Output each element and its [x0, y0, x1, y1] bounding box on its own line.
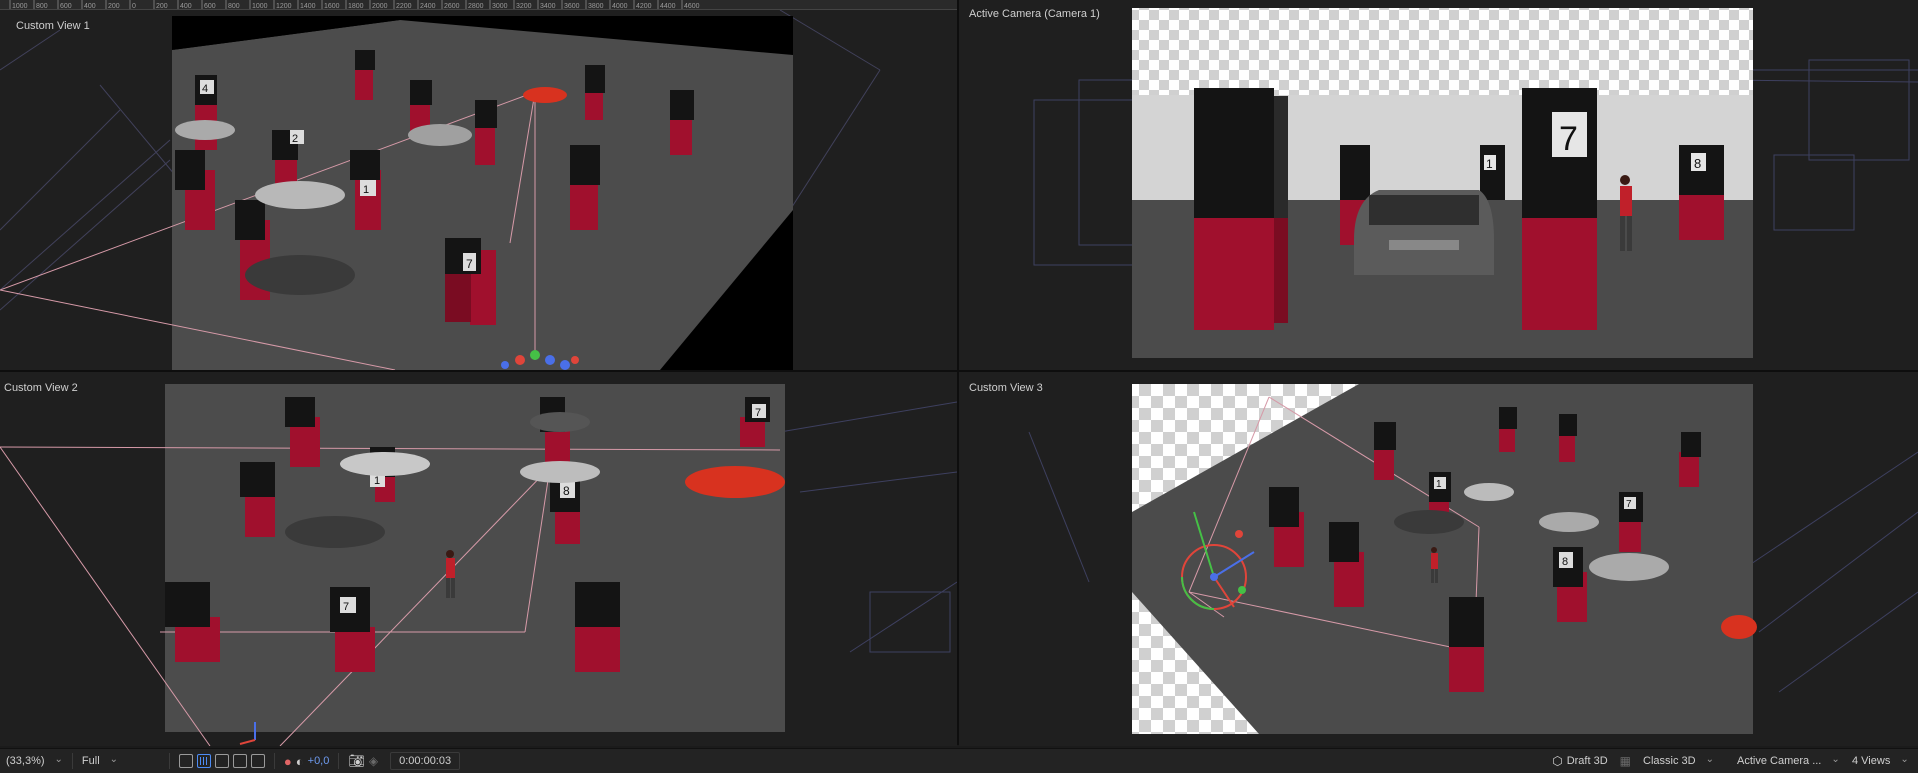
viewport-custom-view-3[interactable]: Custom View 3 8 7 1	[959, 372, 1918, 746]
grid-layout-icon: ▦	[1619, 754, 1631, 768]
svg-text:7: 7	[1626, 499, 1632, 510]
ruler-tick-label: 200	[156, 3, 168, 10]
svg-text:8: 8	[1562, 556, 1568, 568]
ruler-tick-label: 1000	[252, 3, 268, 10]
toolbar-divider	[168, 753, 170, 769]
magnification-dropdown[interactable]: (33,3%)	[0, 749, 69, 773]
ruler-tick-label: 2600	[444, 3, 460, 10]
svg-text:2: 2	[292, 133, 298, 145]
ruler-tick-label: 4400	[660, 3, 676, 10]
scene-render-custom-view-3: 8 7 1	[1028, 384, 1918, 734]
viewport-custom-view-1[interactable]: Custom View 1 7 1 2 4	[0, 10, 957, 370]
svg-text:1: 1	[363, 184, 369, 196]
viewer-toolbar: (33,3%) Full ● ◐ +0,0 📷︎ ◈ 0:00:00:03 ⬡ …	[0, 748, 1918, 773]
svg-text:7: 7	[343, 601, 349, 613]
ruler-tick-label: 3800	[588, 3, 604, 10]
ruler-tick-label: 3400	[540, 3, 556, 10]
ruler-tick-label: 2400	[420, 3, 436, 10]
viewport-label: Active Camera (Camera 1)	[969, 8, 1100, 20]
ruler-tick-label: 1800	[348, 3, 364, 10]
color-group: ● ◐ +0,0	[278, 749, 335, 773]
renderer-mode-value: Classic 3D	[1643, 755, 1696, 767]
draft-3d-label: Draft 3D	[1566, 755, 1608, 767]
camera-snapshot-icon[interactable]: 📷︎	[348, 753, 365, 769]
ruler-tick-label: 4600	[684, 3, 700, 10]
toolbar-right-group: ⬡ Draft 3D ▦ Classic 3D Active Camera ..…	[1546, 749, 1918, 773]
draft-3d-toggle[interactable]: ⬡ Draft 3D	[1546, 749, 1613, 773]
guides-icon[interactable]	[250, 754, 265, 768]
exposure-value[interactable]: +0,0	[308, 755, 330, 767]
timecode-value: 0:00:00:03	[390, 752, 461, 770]
ruler-tick-label: 2800	[468, 3, 484, 10]
ruler-tick-label: 3000	[492, 3, 508, 10]
car-render	[1354, 190, 1494, 275]
svg-text:1: 1	[374, 475, 380, 487]
ruler-tick-label: 3200	[516, 3, 532, 10]
view-layout-dropdown[interactable]: 4 Views	[1846, 749, 1918, 773]
viewport-label: Custom View 3	[969, 382, 1043, 394]
viewport-divider-vertical[interactable]	[957, 0, 959, 745]
horizontal-ruler[interactable]: 1000 800 600 400 200 0 200 400 600 800 1000 1200 140…	[0, 0, 958, 10]
svg-text:8: 8	[1694, 156, 1701, 171]
region-of-interest-icon[interactable]	[178, 754, 193, 768]
scene-render-custom-view-2: 8 1 7 7	[0, 384, 957, 746]
toolbar-divider	[273, 753, 275, 769]
viewport-active-camera[interactable]: Active Camera (Camera 1) 7 8 1	[959, 0, 1918, 370]
camera-view-value: Active Camera ...	[1737, 755, 1822, 767]
ruler-tick-label: 600	[60, 3, 72, 10]
ruler-tick-label: 1400	[300, 3, 316, 10]
svg-text:4: 4	[202, 83, 208, 95]
ruler-tick-label: 0	[132, 3, 136, 10]
ruler-tick-label: 800	[36, 3, 48, 10]
view-options-group	[173, 749, 271, 773]
ruler-tick-label: 3600	[564, 3, 580, 10]
toolbar-divider	[71, 753, 73, 769]
ruler-tick-label: 200	[108, 3, 120, 10]
extended-viewer-icon[interactable]: ▦	[1614, 749, 1637, 773]
svg-text:7: 7	[466, 257, 473, 271]
resolution-dropdown[interactable]: Full	[76, 749, 166, 773]
scene-render-custom-view-1: 7 1 2 4	[0, 10, 881, 370]
svg-text:1: 1	[1486, 157, 1493, 171]
snapshot-group: 📷︎ ◈	[342, 749, 384, 773]
ruler-tick-label: 4000	[612, 3, 628, 10]
magnification-value: (33,3%)	[6, 755, 45, 767]
color-channels-icon[interactable]: ●	[284, 754, 292, 769]
show-snapshot-icon[interactable]: ◈	[369, 754, 378, 768]
svg-text:8: 8	[563, 484, 570, 498]
ruler-tick-label: 2000	[372, 3, 388, 10]
viewport-label: Custom View 1	[16, 20, 90, 32]
viewport-label: Custom View 2	[4, 382, 78, 394]
ruler-tick-label: 1000	[12, 3, 28, 10]
svg-text:1: 1	[1436, 479, 1442, 490]
ruler-tick-label: 2200	[396, 3, 412, 10]
transparency-grid-icon[interactable]	[196, 754, 211, 768]
toolbar-divider	[338, 753, 340, 769]
ruler-tick-label: 400	[84, 3, 96, 10]
timecode-field[interactable]: 0:00:00:03	[384, 749, 466, 773]
ruler-tick-label: 400	[180, 3, 192, 10]
ruler-tick-label: 800	[228, 3, 240, 10]
viewport-custom-view-2[interactable]: Custom View 2 8 1 7 7	[0, 372, 957, 746]
ruler-tick-label: 1200	[276, 3, 292, 10]
3d-view-dropdown[interactable]: Active Camera ...	[1731, 749, 1846, 773]
3d-ground-plane-icon[interactable]	[232, 754, 247, 768]
view-layout-value: 4 Views	[1852, 755, 1891, 767]
viewport-divider-horizontal[interactable]	[0, 370, 1918, 372]
svg-text:7: 7	[1559, 120, 1578, 158]
draft-3d-icon: ⬡	[1552, 754, 1563, 768]
renderer-dropdown[interactable]: Classic 3D	[1637, 749, 1731, 773]
svg-text:7: 7	[755, 407, 761, 419]
mask-path-icon[interactable]	[214, 754, 229, 768]
color-management-icon[interactable]: ◐	[296, 754, 304, 769]
ruler-tick-label: 4200	[636, 3, 652, 10]
scene-render-active-camera: 7 8 1	[1033, 8, 1918, 358]
resolution-value: Full	[81, 755, 100, 767]
ruler-tick-label: 1600	[324, 3, 340, 10]
ruler-tick-label: 600	[204, 3, 216, 10]
